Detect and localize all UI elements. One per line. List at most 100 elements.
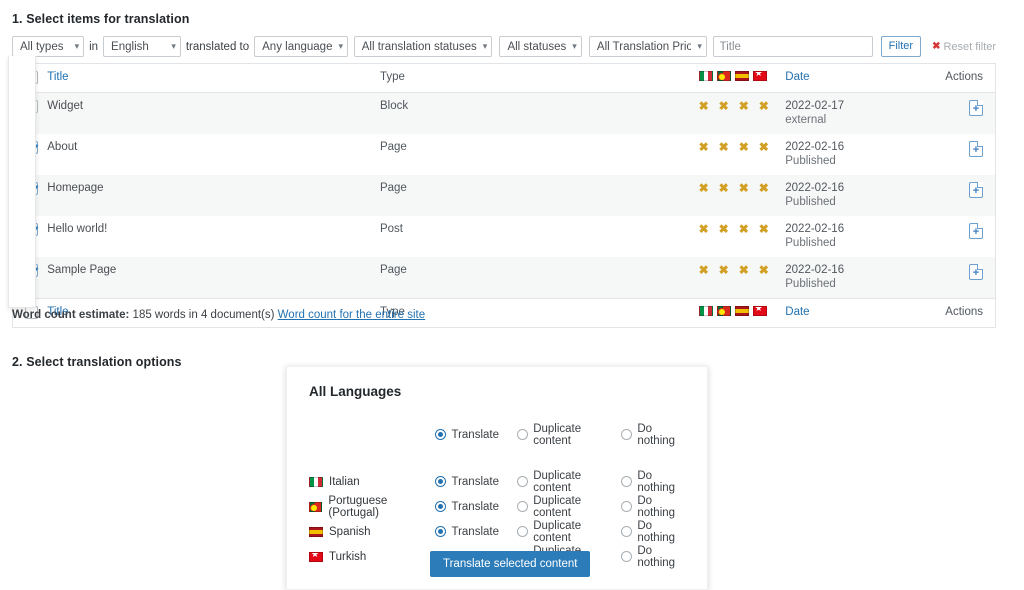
language-nothing-option[interactable]: Do nothing (621, 545, 691, 569)
header-flag-list (699, 71, 786, 81)
row-state-value: Published (785, 278, 926, 290)
column-header-date-link[interactable]: Date (785, 71, 809, 83)
radio-unselected-icon[interactable] (621, 429, 632, 440)
option-label-nothing: Do nothing (637, 520, 691, 544)
radio-unselected-icon[interactable] (517, 429, 528, 440)
row-actions (926, 257, 995, 299)
row-type: Block (380, 93, 699, 135)
row-type: Page (380, 175, 699, 216)
option-label-nothing: Do nothing (637, 423, 691, 447)
language-name: Spanish (329, 526, 371, 538)
translate-selected-content-button[interactable]: Translate selected content (430, 551, 590, 577)
filter-joiner-in: in (84, 41, 103, 53)
radio-unselected-icon[interactable] (621, 476, 632, 487)
option-label-duplicate: Duplicate content (533, 495, 621, 519)
radio-selected-icon[interactable] (435, 526, 446, 537)
language-translate-option[interactable]: Translate (435, 501, 517, 513)
status-not-translated-icon[interactable]: ✖ (739, 141, 749, 153)
radio-unselected-icon[interactable] (621, 551, 632, 562)
status-not-translated-icon[interactable]: ✖ (699, 182, 709, 194)
add-document-icon[interactable] (969, 182, 983, 198)
option-label-nothing: Do nothing (637, 495, 691, 519)
word-count-site-link[interactable]: Word count for the entire site (278, 309, 425, 321)
table-header: Title Type Date Actions (13, 64, 995, 93)
status-not-translated-icon[interactable]: ✖ (699, 223, 709, 235)
translation-status-select[interactable]: All translation statuses ▾ (354, 36, 493, 57)
post-type-select[interactable]: All types ▾ (12, 36, 84, 57)
target-language-select[interactable]: Any language ▾ (254, 36, 348, 57)
radio-unselected-icon[interactable] (621, 501, 632, 512)
source-language-select[interactable]: English ▾ (103, 36, 181, 57)
language-nothing-option[interactable]: Do nothing (621, 495, 691, 519)
row-type: Post (380, 216, 699, 257)
language-duplicate-option[interactable]: Duplicate content (517, 520, 621, 544)
status-not-translated-icon[interactable]: ✖ (739, 223, 749, 235)
post-type-dropdown-panel[interactable] (8, 56, 36, 308)
language-translate-option[interactable]: Translate (435, 476, 517, 488)
row-actions (926, 216, 995, 257)
status-not-translated-icon[interactable]: ✖ (719, 182, 729, 194)
language-name: Italian (329, 476, 360, 488)
language-translate-option[interactable]: Translate (435, 526, 517, 538)
status-not-translated-icon[interactable]: ✖ (759, 264, 769, 276)
chevron-down-icon: ▾ (332, 42, 343, 51)
status-not-translated-icon[interactable]: ✖ (739, 182, 749, 194)
status-not-translated-icon[interactable]: ✖ (739, 100, 749, 112)
status-not-translated-icon[interactable]: ✖ (699, 141, 709, 153)
language-label: Portuguese (Portugal) (309, 495, 435, 519)
radio-selected-icon[interactable] (435, 429, 446, 440)
status-not-translated-icon[interactable]: ✖ (719, 141, 729, 153)
radio-unselected-icon[interactable] (517, 476, 528, 487)
status-not-translated-icon[interactable]: ✖ (719, 223, 729, 235)
status-not-translated-icon[interactable]: ✖ (719, 264, 729, 276)
language-duplicate-option[interactable]: Duplicate content (517, 495, 621, 519)
row-state-value: Published (785, 196, 926, 208)
translation-options-card: All Languages Translate Duplicate conten… (286, 366, 708, 590)
status-not-translated-icon[interactable]: ✖ (699, 100, 709, 112)
language-radio-group: Translate Duplicate content Do nothing (435, 495, 691, 519)
add-document-icon[interactable] (969, 223, 983, 239)
footer-flag-list (699, 306, 786, 316)
radio-unselected-icon[interactable] (517, 501, 528, 512)
flag-spain-icon (735, 306, 749, 316)
radio-selected-icon[interactable] (435, 501, 446, 512)
language-nothing-option[interactable]: Do nothing (621, 520, 691, 544)
status-not-translated-icon[interactable]: ✖ (759, 223, 769, 235)
all-languages-radio-group: Translate Duplicate content Do nothing (435, 423, 691, 447)
column-footer-date-link[interactable]: Date (785, 306, 809, 318)
radio-unselected-icon[interactable] (517, 526, 528, 537)
status-not-translated-icon[interactable]: ✖ (699, 264, 709, 276)
language-duplicate-option[interactable]: Duplicate content (517, 470, 621, 494)
table-header-row: Title Type Date Actions (13, 64, 995, 93)
status-not-translated-icon[interactable]: ✖ (759, 182, 769, 194)
reset-filter-link[interactable]: ✖ Reset filter (932, 41, 996, 53)
status-not-translated-icon[interactable]: ✖ (739, 264, 749, 276)
language-name: Turkish (329, 551, 366, 563)
all-languages-nothing-option[interactable]: Do nothing (621, 423, 691, 447)
add-document-icon[interactable] (969, 100, 983, 116)
language-nothing-option[interactable]: Do nothing (621, 470, 691, 494)
all-languages-duplicate-option[interactable]: Duplicate content (517, 423, 621, 447)
all-languages-translate-option[interactable]: Translate (435, 429, 517, 441)
cross-icon: ✖ (932, 41, 940, 52)
post-status-select[interactable]: All statuses ▾ (499, 36, 581, 57)
column-header-actions: Actions (926, 64, 995, 93)
status-not-translated-icon[interactable]: ✖ (759, 100, 769, 112)
table-row: AboutPage✖✖✖✖2022-02-16Published (13, 134, 995, 175)
column-header-title-link[interactable]: Title (47, 71, 68, 83)
filter-button[interactable]: Filter (881, 36, 921, 57)
radio-selected-icon[interactable] (435, 476, 446, 487)
add-document-icon[interactable] (969, 141, 983, 157)
flag-italy-icon (699, 71, 713, 81)
add-document-icon[interactable] (969, 264, 983, 280)
row-title: Sample Page (47, 257, 380, 299)
row-type: Page (380, 134, 699, 175)
radio-unselected-icon[interactable] (621, 526, 632, 537)
title-search-input[interactable] (713, 36, 873, 57)
status-not-translated-icon[interactable]: ✖ (719, 100, 729, 112)
translation-priority-select[interactable]: All Translation Priorities ▾ (589, 36, 707, 57)
row-title: Hello world! (47, 216, 380, 257)
status-not-translated-icon[interactable]: ✖ (759, 141, 769, 153)
flag-portugal-icon (717, 306, 731, 316)
language-option-rows: Translate Duplicate content Do nothing I… (309, 422, 691, 569)
